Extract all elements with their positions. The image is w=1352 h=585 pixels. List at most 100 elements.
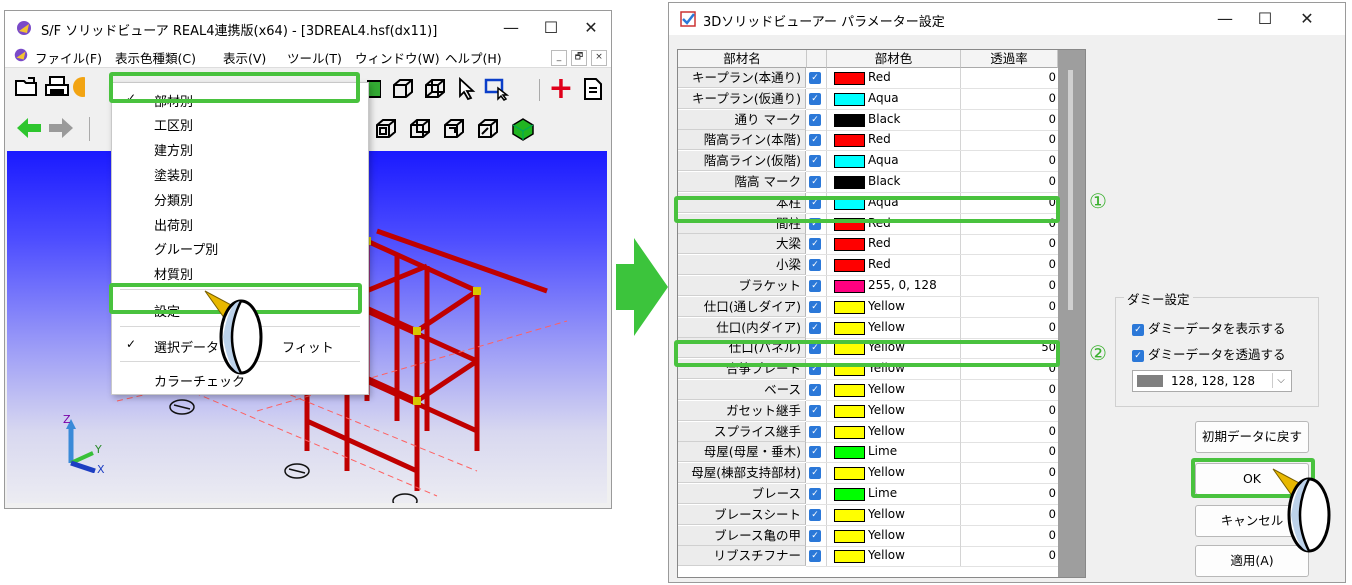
transparency-cell[interactable]: 0 — [962, 507, 1056, 521]
color-swatch[interactable] — [834, 321, 865, 335]
menu-help[interactable]: ヘルプ(H) — [445, 48, 502, 67]
color-name-cell[interactable]: Red — [868, 132, 891, 146]
table-row[interactable]: 階高ライン(仮階) ✓ Aqua 0 — [678, 151, 1058, 173]
menu-file[interactable]: ファイル(F) — [35, 48, 102, 67]
front-view-icon[interactable] — [373, 117, 401, 145]
hidden-line-cube-icon[interactable] — [421, 77, 449, 105]
color-swatch[interactable] — [834, 280, 865, 293]
dialog-maximize-button[interactable]: ☐ — [1245, 2, 1285, 36]
transparency-cell[interactable]: 0 — [962, 299, 1056, 313]
color-swatch[interactable] — [834, 238, 865, 252]
checkbox-checked-icon[interactable]: ✓ — [809, 321, 821, 334]
column-header-check[interactable] — [807, 50, 827, 68]
color-swatch[interactable] — [834, 467, 865, 481]
mdi-close-button[interactable]: × — [591, 50, 607, 66]
color-name-cell[interactable]: Black — [868, 174, 900, 188]
transparency-cell[interactable]: 0 — [962, 112, 1056, 126]
table-row[interactable]: 母屋(棟部支持部材) ✓ Yellow 0 — [678, 463, 1058, 485]
color-swatch[interactable] — [834, 300, 865, 314]
color-swatch[interactable] — [834, 488, 865, 501]
color-swatch[interactable] — [834, 508, 865, 522]
color-name-cell[interactable]: Lime — [868, 486, 897, 500]
checkbox-checked-icon[interactable]: ✓ — [809, 446, 821, 459]
document-icon[interactable] — [579, 77, 607, 105]
forward-arrow-icon[interactable] — [47, 115, 75, 143]
checkbox-checked-icon[interactable]: ✓ — [809, 550, 821, 563]
table-row[interactable]: ベース ✓ Yellow 0 — [678, 380, 1058, 401]
table-row[interactable]: スプライス継手 ✓ Yellow 0 — [678, 421, 1058, 443]
table-row[interactable]: 通り マーク ✓ Black 0 — [678, 109, 1058, 131]
transparency-cell[interactable]: 0 — [962, 70, 1056, 84]
color-name-cell[interactable]: Yellow — [868, 382, 905, 396]
menu-option-by-group[interactable]: グループ別 — [112, 235, 368, 259]
transparency-cell[interactable]: 0 — [962, 153, 1056, 167]
top-view-icon[interactable] — [441, 117, 469, 145]
column-header-color[interactable]: 部材色 — [827, 50, 961, 68]
color-name-cell[interactable]: Yellow — [868, 403, 905, 417]
table-row[interactable]: 階高 マーク ✓ Black 0 — [678, 172, 1058, 193]
transparency-cell[interactable]: 0 — [962, 528, 1056, 542]
color-name-cell[interactable]: Yellow — [868, 548, 905, 562]
table-row[interactable]: 階高ライン(本階) ✓ Red 0 — [678, 130, 1058, 152]
print-icon[interactable] — [43, 75, 71, 103]
checkbox-checked-icon[interactable]: ✓ — [809, 384, 821, 396]
dummy-color-select[interactable]: 128, 128, 128 ⌵ — [1132, 370, 1292, 392]
color-name-cell[interactable]: 255, 0, 128 — [868, 278, 937, 292]
color-name-cell[interactable]: Yellow — [868, 465, 905, 479]
table-row[interactable]: ブレース ✓ Lime 0 — [678, 484, 1058, 505]
checkbox-checked-icon[interactable]: ✓ — [809, 529, 821, 542]
open-icon[interactable] — [13, 75, 41, 103]
checkbox-checked-icon[interactable]: ✓ — [809, 72, 821, 84]
table-row[interactable]: 仕口(通しダイア) ✓ Yellow 0 — [678, 296, 1058, 318]
table-row[interactable]: 大梁 ✓ Red 0 — [678, 234, 1058, 256]
color-name-cell[interactable]: Lime — [868, 444, 897, 458]
transparency-cell[interactable]: 0 — [962, 382, 1056, 396]
checkbox-checked-icon[interactable]: ✓ — [809, 425, 821, 438]
scroll-thumb[interactable] — [1068, 70, 1073, 310]
table-row[interactable]: 仕口(内ダイア) ✓ Yellow 0 — [678, 317, 1058, 339]
checkbox-checked-icon[interactable]: ✓ — [809, 488, 821, 500]
color-name-cell[interactable]: Yellow — [868, 507, 905, 521]
dialog-minimize-button[interactable]: — — [1205, 2, 1245, 36]
maximize-button[interactable]: ☐ — [531, 11, 571, 45]
checkbox-checked-icon[interactable]: ✓ — [809, 155, 821, 168]
mdi-restore-button[interactable]: 🗗 — [571, 50, 587, 66]
transparency-cell[interactable]: 0 — [962, 236, 1056, 250]
minimize-button[interactable]: — — [491, 11, 531, 45]
menu-option-by-category[interactable]: 分類別 — [112, 186, 368, 210]
transparency-cell[interactable]: 0 — [962, 278, 1056, 292]
solid-view-icon[interactable] — [509, 117, 537, 145]
transparency-cell[interactable]: 0 — [962, 91, 1056, 105]
menu-option-by-section[interactable]: 工区別 — [112, 111, 368, 135]
close-button[interactable]: ✕ — [571, 11, 611, 45]
color-swatch[interactable] — [834, 155, 865, 169]
checkbox-checked-icon[interactable]: ✓ — [809, 238, 821, 251]
table-row[interactable]: 母屋(母屋・垂木) ✓ Lime 0 — [678, 442, 1058, 464]
transparency-cell[interactable]: 0 — [962, 257, 1056, 271]
color-name-cell[interactable]: Yellow — [868, 528, 905, 542]
color-swatch[interactable] — [834, 425, 865, 439]
transparency-cell[interactable]: 0 — [962, 486, 1056, 500]
color-name-cell[interactable]: Red — [868, 236, 891, 250]
pointer-icon[interactable] — [453, 76, 481, 105]
color-swatch[interactable] — [834, 446, 865, 460]
table-row[interactable]: リブスチフナー ✓ Yellow 0 — [678, 546, 1058, 568]
table-row[interactable]: キープラン(本通り) ✓ Red 0 — [678, 68, 1058, 89]
table-row[interactable]: ブレース亀の甲 ✓ Yellow 0 — [678, 525, 1058, 547]
checkbox-checked-icon[interactable]: ✓ — [809, 259, 821, 272]
reset-defaults-button[interactable]: 初期データに戻す — [1195, 421, 1309, 453]
color-name-cell[interactable]: Aqua — [868, 91, 899, 105]
color-icon[interactable] — [71, 75, 85, 103]
color-name-cell[interactable]: Red — [868, 70, 891, 84]
color-swatch[interactable] — [834, 550, 865, 564]
show-dummy-checkbox[interactable]: ✓ ダミーデータを表示する — [1132, 318, 1286, 337]
table-row[interactable]: ブレースシート ✓ Yellow 0 — [678, 504, 1058, 526]
color-swatch[interactable] — [834, 113, 865, 127]
transparency-cell[interactable]: 0 — [962, 424, 1056, 438]
transparency-cell[interactable]: 0 — [962, 465, 1056, 479]
color-swatch[interactable] — [834, 72, 865, 85]
checkbox-checked-icon[interactable]: ✓ — [809, 134, 821, 147]
color-name-cell[interactable]: Yellow — [868, 424, 905, 438]
color-name-cell[interactable]: Red — [868, 257, 891, 271]
grid-scrollbar[interactable] — [1058, 50, 1085, 577]
